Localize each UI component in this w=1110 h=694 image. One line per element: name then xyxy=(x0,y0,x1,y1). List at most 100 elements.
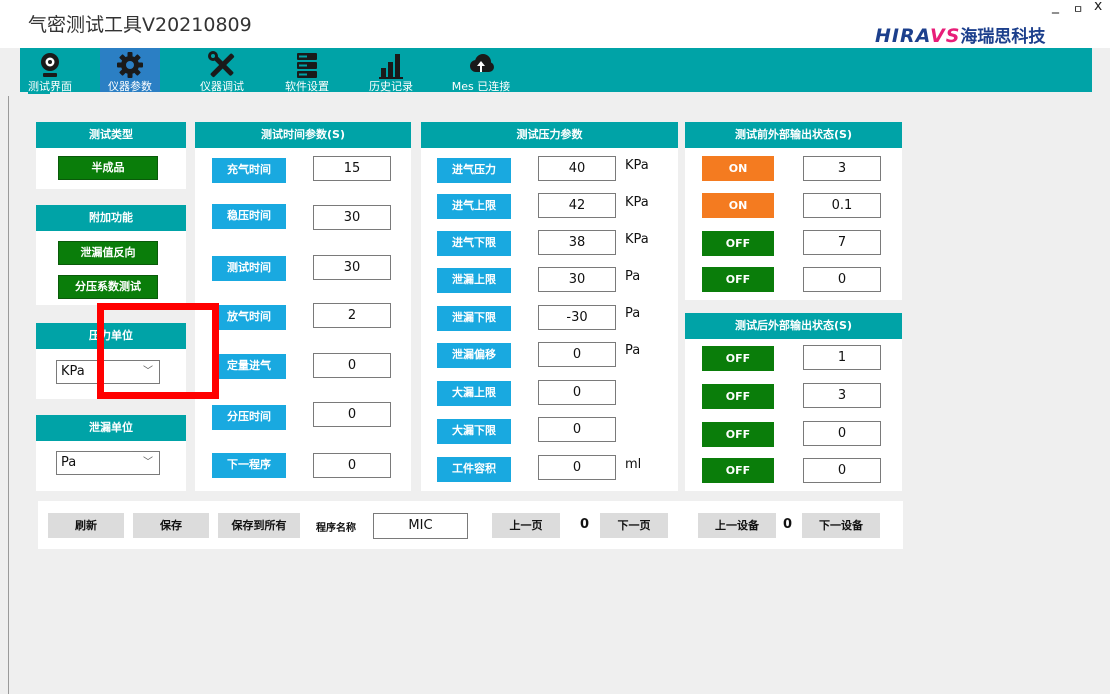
program-name-label: 程序名称 xyxy=(316,523,356,534)
prev-page-button[interactable]: 上一页 xyxy=(492,513,560,538)
partial-pressure-test-button[interactable]: 分压系数测试 xyxy=(58,275,158,299)
leak-lower-label: 泄漏下限 xyxy=(437,306,511,331)
next-program-input[interactable]: 0 xyxy=(313,453,391,478)
leak-upper-input[interactable]: 30 xyxy=(538,267,616,292)
post-output-toggle-2[interactable]: OFF xyxy=(702,384,774,409)
pre-output-input-3[interactable]: 7 xyxy=(803,230,881,255)
post-output-input-4[interactable]: 0 xyxy=(803,458,881,483)
tab-label: Mes 已连接 xyxy=(451,80,511,93)
next-program-label: 下一程序 xyxy=(212,453,286,478)
pre-output-toggle-1[interactable]: ON xyxy=(702,156,774,181)
partial-pressure-time-input[interactable]: 0 xyxy=(313,402,391,427)
quantitative-fill-input[interactable]: 0 xyxy=(313,353,391,378)
post-output-toggle-4[interactable]: OFF xyxy=(702,458,774,483)
pre-output-input-4[interactable]: 0 xyxy=(803,267,881,292)
pre-output-panel: 测试前外部输出状态(S) ON 3 ON 0.1 OFF 7 OFF 0 xyxy=(685,122,902,300)
next-device-button[interactable]: 下一设备 xyxy=(802,513,880,538)
fill-time-label: 充气时间 xyxy=(212,158,286,183)
close-button[interactable]: x xyxy=(1094,0,1102,14)
pre-output-toggle-4[interactable]: OFF xyxy=(702,267,774,292)
inlet-upper-input[interactable]: 42 xyxy=(538,193,616,218)
leak-lower-unit: Pa xyxy=(625,306,641,321)
pre-output-input-1[interactable]: 3 xyxy=(803,156,881,181)
tab-history[interactable]: 历史记录 xyxy=(361,48,421,93)
company-logo: HIRAVS海瑞思科技 xyxy=(875,22,1045,47)
camera-icon xyxy=(41,53,59,77)
big-leak-upper-input[interactable]: 0 xyxy=(538,380,616,405)
part-volume-input[interactable]: 0 xyxy=(538,455,616,480)
tab-instrument-debug[interactable]: 仪器调试 xyxy=(192,48,252,93)
test-type-button[interactable]: 半成品 xyxy=(58,156,158,180)
maximize-button[interactable]: ㅁ xyxy=(1073,1,1083,17)
cloud-upload-icon xyxy=(470,54,494,72)
prev-device-button[interactable]: 上一设备 xyxy=(698,513,776,538)
leak-unit-header: 泄漏单位 xyxy=(36,415,186,441)
save-all-button[interactable]: 保存到所有 xyxy=(218,513,300,538)
partial-pressure-time-label: 分压时间 xyxy=(212,405,286,430)
device-number: 0 xyxy=(783,517,793,532)
post-output-toggle-3[interactable]: OFF xyxy=(702,422,774,447)
leak-unit-select[interactable]: Pa ﹀ xyxy=(56,451,160,475)
leak-offset-label: 泄漏偏移 xyxy=(437,343,511,368)
inlet-upper-label: 进气上限 xyxy=(437,194,511,219)
inlet-lower-input[interactable]: 38 xyxy=(538,230,616,255)
post-output-input-1[interactable]: 1 xyxy=(803,345,881,370)
tab-label: 仪器调试 xyxy=(200,80,244,93)
post-output-input-2[interactable]: 3 xyxy=(803,383,881,408)
big-leak-lower-input[interactable]: 0 xyxy=(538,417,616,442)
time-params-panel: 测试时间参数(S) 充气时间 15 稳压时间 30 测试时间 30 放气时间 2… xyxy=(195,122,411,491)
post-output-header: 测试后外部输出状态(S) xyxy=(685,313,902,339)
fill-time-input[interactable]: 15 xyxy=(313,156,391,181)
pre-output-toggle-3[interactable]: OFF xyxy=(702,231,774,256)
logo-cn: 海瑞思科技 xyxy=(960,27,1046,47)
inlet-lower-unit: KPa xyxy=(625,232,649,247)
tab-mes-status[interactable]: Mes 已连接 xyxy=(446,48,516,93)
stable-time-label: 稳压时间 xyxy=(212,204,286,229)
pre-output-toggle-2[interactable]: ON xyxy=(702,193,774,218)
part-volume-label: 工件容积 xyxy=(437,457,511,482)
tools-icon xyxy=(208,51,235,78)
inlet-pressure-label: 进气压力 xyxy=(437,158,511,183)
program-name-input[interactable]: MIC xyxy=(373,513,468,539)
logo-brand: HIRA xyxy=(875,25,931,47)
server-icon xyxy=(297,53,317,78)
main-toolbar: 测试界面 仪器参数 仪器调试 软件设置 历史记录 Mes 已连接 xyxy=(20,48,1092,93)
next-page-button[interactable]: 下一页 xyxy=(600,513,668,538)
quantitative-fill-label: 定量进气 xyxy=(212,354,286,379)
minimize-button[interactable]: _ xyxy=(1052,0,1059,14)
tab-software-settings[interactable]: 软件设置 xyxy=(277,48,337,93)
post-output-toggle-1[interactable]: OFF xyxy=(702,346,774,371)
refresh-button[interactable]: 刷新 xyxy=(48,513,124,538)
stable-time-input[interactable]: 30 xyxy=(313,205,391,230)
big-leak-lower-label: 大漏下限 xyxy=(437,419,511,444)
leak-unit-value: Pa xyxy=(61,455,77,470)
inlet-pressure-unit: KPa xyxy=(625,158,649,173)
pressure-params-panel: 测试压力参数 进气压力 40 KPa 进气上限 42 KPa 进气下限 38 K… xyxy=(421,122,678,491)
tab-test-interface[interactable]: 测试界面 xyxy=(20,48,80,93)
tab-label: 历史记录 xyxy=(369,80,413,93)
test-type-panel: 测试类型 半成品 xyxy=(36,122,186,189)
chevron-down-icon: ﹀ xyxy=(143,457,153,468)
leak-reverse-button[interactable]: 泄漏值反向 xyxy=(58,241,158,265)
part-volume-unit: ml xyxy=(625,457,642,472)
exhaust-time-input[interactable]: 2 xyxy=(313,303,391,328)
tab-indicator xyxy=(28,92,50,94)
left-border-line xyxy=(8,96,9,694)
inlet-lower-label: 进气下限 xyxy=(437,231,511,256)
time-params-header: 测试时间参数(S) xyxy=(195,122,411,148)
post-output-panel: 测试后外部输出状态(S) OFF 1 OFF 3 OFF 0 OFF 0 xyxy=(685,313,902,491)
pre-output-header: 测试前外部输出状态(S) xyxy=(685,122,902,148)
pre-output-input-2[interactable]: 0.1 xyxy=(803,193,881,218)
inlet-pressure-input[interactable]: 40 xyxy=(538,156,616,181)
logo-mark: VS xyxy=(930,25,961,47)
leak-lower-input[interactable]: -30 xyxy=(538,305,616,330)
bar-chart-icon xyxy=(379,54,403,79)
leak-unit-panel: 泄漏单位 Pa ﹀ xyxy=(36,415,186,491)
bottom-action-bar: 刷新 保存 保存到所有 程序名称 MIC 上一页 0 下一页 上一设备 0 下一… xyxy=(38,501,903,549)
save-button[interactable]: 保存 xyxy=(133,513,209,538)
post-output-input-3[interactable]: 0 xyxy=(803,421,881,446)
tab-instrument-params[interactable]: 仪器参数 xyxy=(100,48,160,93)
test-time-input[interactable]: 30 xyxy=(313,255,391,280)
page-number: 0 xyxy=(580,517,590,532)
leak-offset-input[interactable]: 0 xyxy=(538,342,616,367)
